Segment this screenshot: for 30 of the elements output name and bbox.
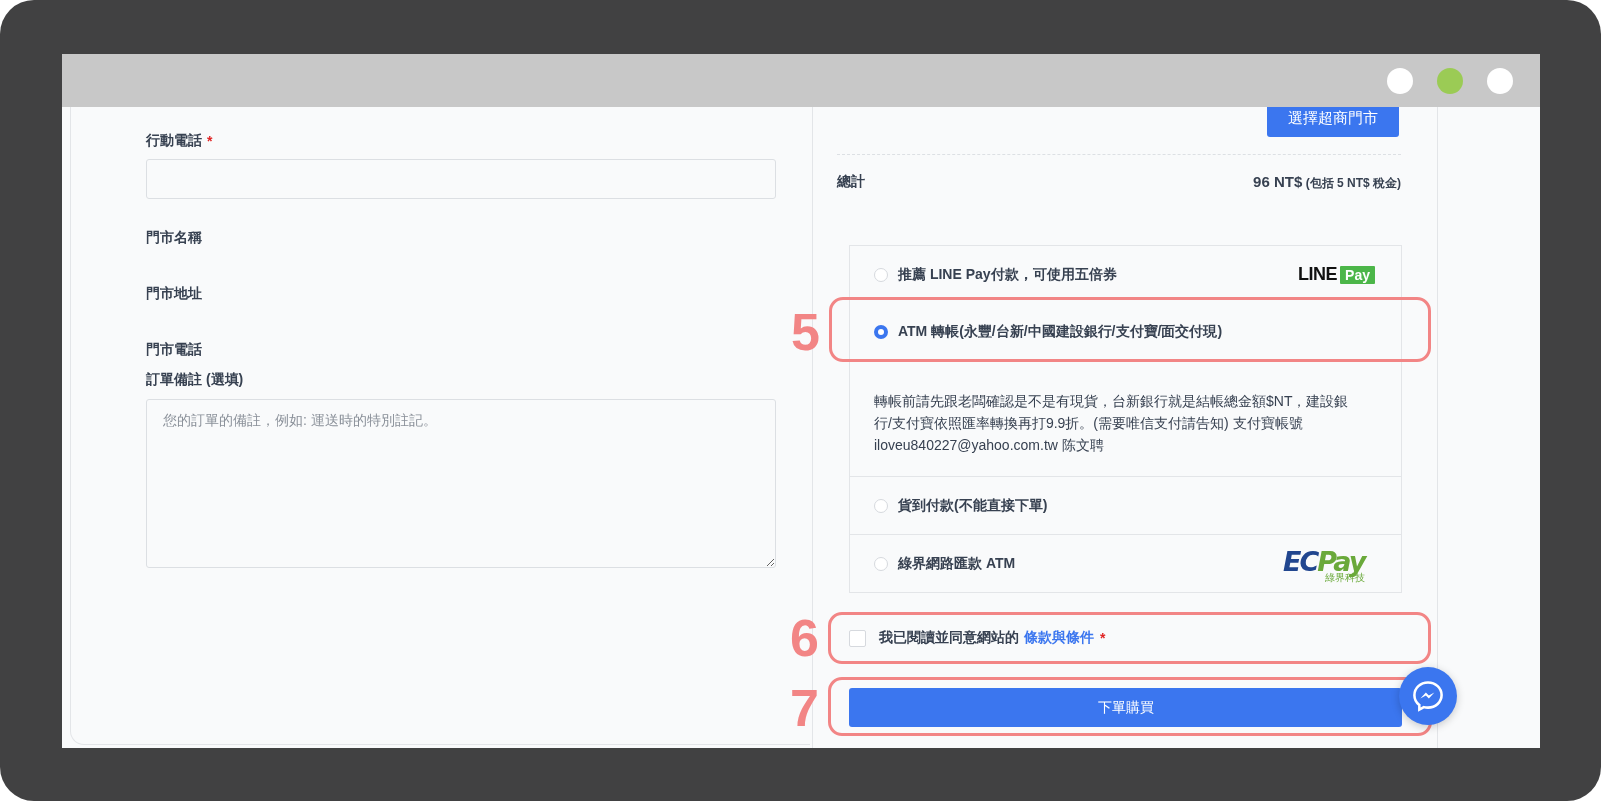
payment-option-label[interactable]: 推薦 LINE Pay付款，可使用五倍券 xyxy=(898,265,1299,284)
payment-option-label[interactable]: 貨到付款(不能直接下單) xyxy=(898,496,1375,515)
line-pay-logo: LINE Pay xyxy=(1298,264,1375,285)
select-store-button[interactable]: 選擇超商門市 xyxy=(1267,107,1399,137)
payment-option-label[interactable]: ATM 轉帳(永豐/台新/中國建設銀行/支付寶/面交付現) xyxy=(898,322,1375,341)
annotation-number: 5 xyxy=(791,305,820,358)
terms-checkbox[interactable] xyxy=(849,629,866,647)
radio-button[interactable] xyxy=(874,324,888,339)
field-label: 門市地址 xyxy=(146,285,202,303)
terms-text: 我已閱讀並同意網站的 xyxy=(879,629,1019,647)
field-label: 門市電話 xyxy=(146,341,202,359)
payment-option-label[interactable]: 綠界網路匯款 ATM xyxy=(898,554,1283,573)
field-label: 行動電話 xyxy=(146,132,202,150)
note-field[interactable]: 您的訂單的備註，例如: 運送時的特別註記。 xyxy=(146,399,776,568)
terms-link[interactable]: 條款與條件 xyxy=(1024,629,1094,647)
window-control[interactable] xyxy=(1387,67,1413,94)
field-label: 訂單備註 (選填) xyxy=(146,371,244,389)
chat-bubble-icon xyxy=(1411,679,1445,713)
window-control[interactable] xyxy=(1487,67,1513,94)
phone-field[interactable] xyxy=(146,159,776,199)
required-mark: * xyxy=(207,133,213,149)
total-label: 總計 xyxy=(837,173,865,191)
annotation-number: 6 xyxy=(790,612,819,664)
required-mark: * xyxy=(1100,630,1106,646)
place-order-button[interactable]: 下單購買 xyxy=(849,688,1402,727)
field-label: 門市名稱 xyxy=(146,229,202,247)
window-control[interactable] xyxy=(1437,67,1463,94)
annotation-number: 7 xyxy=(790,681,819,734)
total-amount: 96 NT$ (包括 5 NT$ 稅金) xyxy=(1253,172,1401,192)
payment-description: 轉帳前請先跟老闆確認是不是有現貨，台新銀行就是結帳總金額$NT，建設銀行/支付寶依照匯率轉換再打9.9折。(需要唯信支付請告知) 支付寶帳號 iloveu840227@yahoo.com.tw 陈文聘 xyxy=(874,392,1350,455)
